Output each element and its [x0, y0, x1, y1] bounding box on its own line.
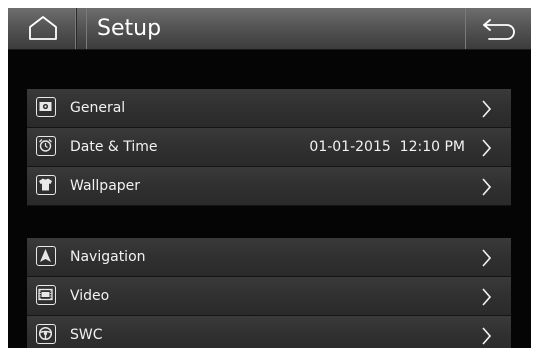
- home-button[interactable]: [8, 8, 77, 49]
- settings-item-video[interactable]: Video: [27, 277, 511, 316]
- settings-item-label: Video: [70, 288, 110, 304]
- setup-screen: Setup General Date & Time 01-01-2015 12:…: [8, 8, 531, 348]
- settings-group-system: General Date & Time 01-01-2015 12:10 PM: [27, 89, 511, 206]
- chevron-right-icon: [482, 288, 491, 306]
- page-title: Setup: [86, 8, 161, 49]
- settings-item-label: Wallpaper: [70, 178, 141, 194]
- film-icon: [36, 285, 56, 305]
- chevron-right-icon: [482, 249, 491, 267]
- chevron-right-icon: [482, 327, 491, 345]
- steering-wheel-icon: [36, 324, 56, 344]
- date-time-value: 01-01-2015 12:10 PM: [309, 139, 465, 155]
- gear-icon: [36, 97, 56, 117]
- settings-item-swc[interactable]: SWC: [27, 316, 511, 348]
- header-bar: Setup: [8, 8, 531, 50]
- chevron-right-icon: [482, 100, 491, 118]
- chevron-right-icon: [482, 139, 491, 157]
- tshirt-icon: [36, 175, 56, 195]
- settings-item-navigation[interactable]: Navigation: [27, 238, 511, 277]
- settings-item-label: General: [70, 100, 126, 116]
- settings-item-general[interactable]: General: [27, 89, 511, 128]
- navigation-arrow-icon: [36, 246, 56, 266]
- settings-group-features: Navigation Video SWC: [27, 238, 511, 348]
- back-arrow-icon: [483, 19, 515, 40]
- back-button[interactable]: [465, 8, 531, 49]
- settings-item-wallpaper[interactable]: Wallpaper: [27, 167, 511, 206]
- home-icon: [29, 16, 57, 40]
- settings-item-label: Date & Time: [70, 139, 158, 155]
- settings-item-label: SWC: [70, 327, 103, 343]
- settings-item-date-time[interactable]: Date & Time 01-01-2015 12:10 PM: [27, 128, 511, 167]
- chevron-right-icon: [482, 178, 491, 196]
- alarm-clock-icon: [36, 136, 56, 156]
- settings-item-label: Navigation: [70, 249, 146, 265]
